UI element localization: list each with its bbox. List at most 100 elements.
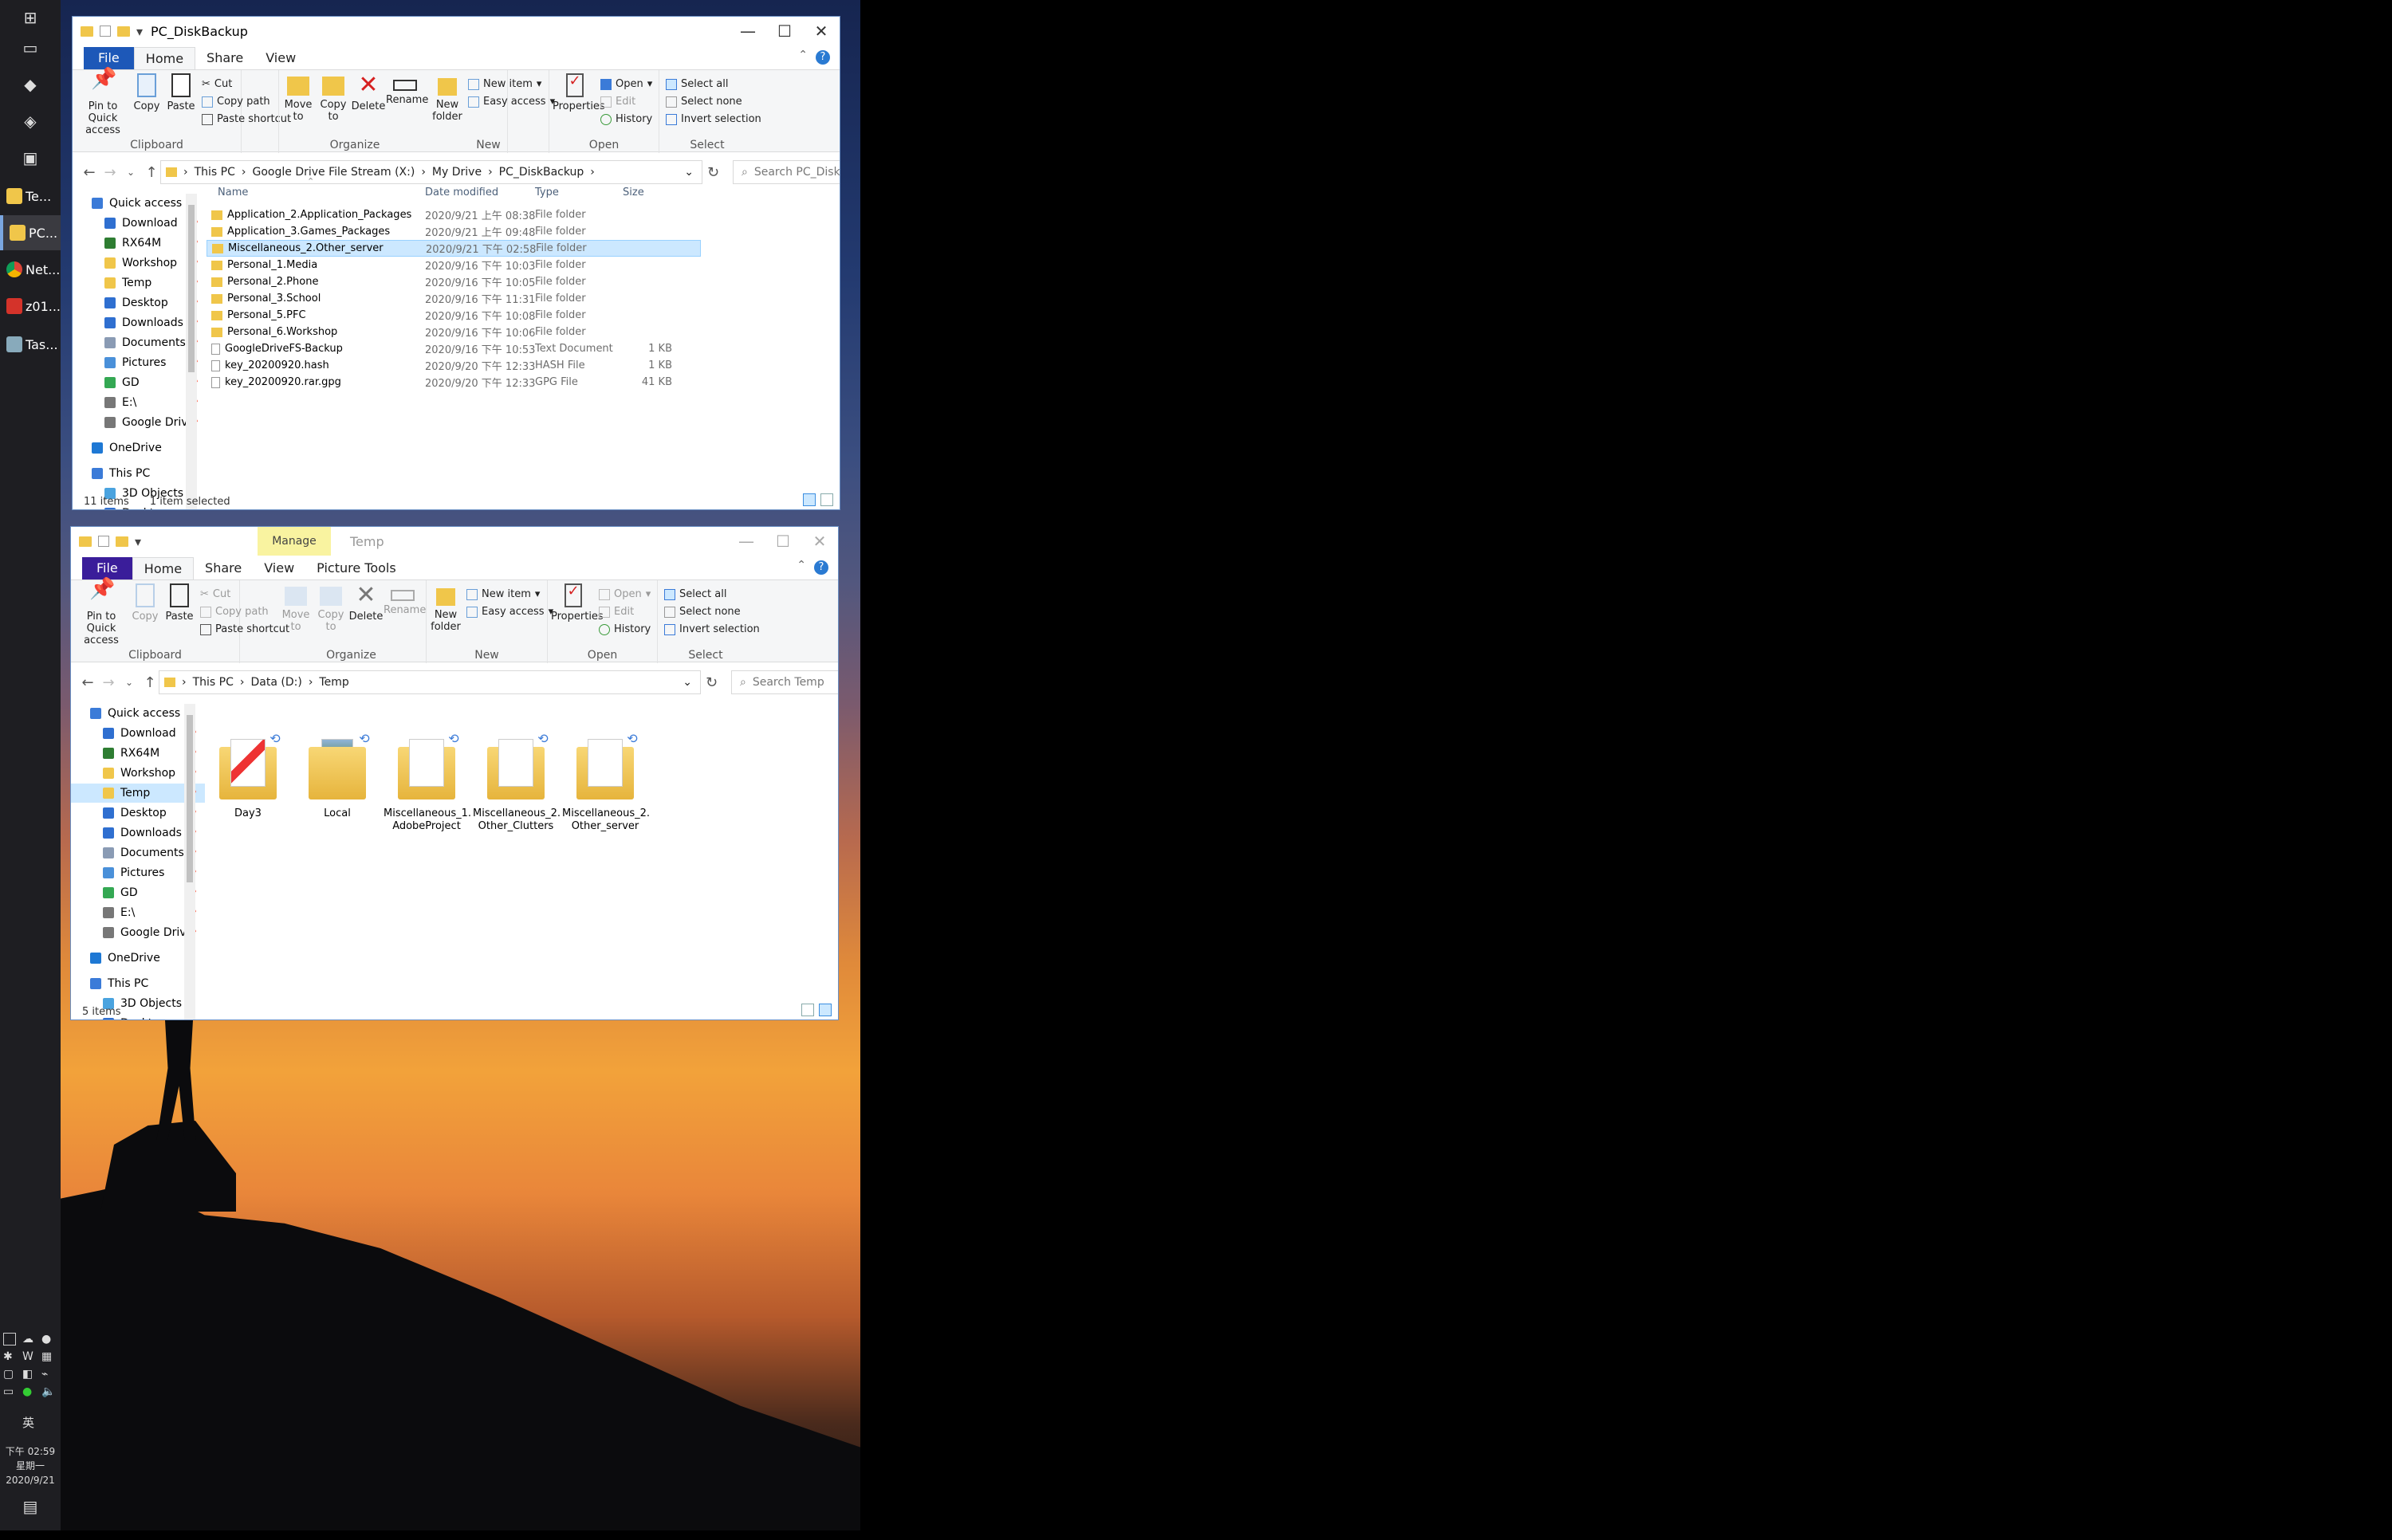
select-all-button[interactable]: Select all (664, 588, 726, 600)
nav-item-google-drive[interactable]: Google Drive📌 (73, 413, 199, 432)
nav-item-workshop[interactable]: Workshop📌 (73, 253, 199, 273)
pin-to-quick-access-button[interactable]: 📌 Pin to Quick access (77, 69, 128, 136)
table-row[interactable]: Application_3.Games_Packages 2020/9/21 上午… (207, 223, 701, 240)
table-row[interactable]: Personal_2.Phone 2020/9/16 下午 10:05 File f… (207, 273, 701, 290)
nav-item-pictures[interactable]: Pictures📌 (73, 353, 199, 372)
tray-grid-icon[interactable]: ▦ (41, 1350, 57, 1363)
tray-window-icon[interactable]: ▢ (3, 1368, 19, 1381)
edit-button[interactable]: Edit (600, 96, 635, 108)
pinned-app-icon[interactable]: ◆ (0, 67, 61, 102)
breadcrumb-current[interactable]: PC_DiskBackup (499, 166, 584, 179)
properties-button[interactable]: ✓ Properties (551, 583, 604, 623)
table-row[interactable]: Application_2.Application_Packages 2020/9… (207, 206, 701, 223)
forward-arrow-icon[interactable]: → (98, 674, 119, 691)
refresh-icon[interactable]: ↻ (706, 674, 718, 691)
new-item-button[interactable]: New item ▾ (468, 78, 541, 90)
invert-selection-button[interactable]: Invert selection (666, 113, 761, 125)
easy-access-button[interactable]: Easy access ▾ (466, 606, 553, 618)
new-folder-button[interactable]: New folder (430, 583, 462, 633)
address-bar[interactable]: › This PC › Data (D:) › Temp ⌄ (159, 670, 701, 694)
usb-icon[interactable]: ⌁ (41, 1368, 57, 1381)
copy-path-button[interactable]: Copy path (200, 606, 269, 618)
rename-button[interactable]: Rename (386, 73, 428, 106)
collapse-ribbon-icon[interactable]: ⌃ (797, 559, 806, 572)
new-folder-qat-icon[interactable] (116, 536, 128, 547)
copy-button[interactable]: Copy (130, 73, 163, 112)
folder-tile[interactable]: ⟲ Miscellaneous_2. Other_Clutters (473, 733, 561, 833)
nav-item-quick-access[interactable]: Quick access (71, 704, 180, 723)
help-icon[interactable]: ? (814, 560, 828, 575)
forward-arrow-icon[interactable]: → (100, 164, 120, 181)
table-row[interactable]: Personal_1.Media 2020/9/16 下午 10:03 File f… (207, 257, 701, 273)
tab-picture-tools[interactable]: Picture Tools (305, 557, 407, 579)
history-button[interactable]: History (600, 113, 652, 125)
breadcrumb-google-drive[interactable]: Google Drive File Stream (X:) (253, 166, 415, 179)
folder-tile[interactable]: ⟲ Miscellaneous_1. AdobeProject (384, 733, 471, 833)
task-view-icon[interactable]: ▭ (0, 30, 61, 65)
qat-dropdown-icon[interactable]: ▾ (136, 24, 143, 39)
nav-item-e[interactable]: E:\📌 (73, 393, 199, 412)
back-arrow-icon[interactable]: ← (77, 674, 98, 691)
scrollbar-thumb[interactable] (188, 205, 195, 372)
close-button[interactable]: ✕ (801, 527, 838, 556)
delete-button[interactable]: ✕ Delete (348, 583, 384, 623)
cut-button[interactable]: ✂ Cut (200, 588, 230, 600)
nav-item-e[interactable]: E:\📌 (71, 903, 197, 922)
nav-item-desktop[interactable]: Desktop📌 (71, 803, 197, 823)
tab-file[interactable]: File (84, 47, 134, 69)
paste-button[interactable]: Paste (163, 73, 199, 112)
table-row[interactable]: Miscellaneous_2.Other_server 2020/9/21 下午… (207, 240, 701, 257)
address-dropdown-icon[interactable]: ⌄ (684, 166, 694, 179)
ime-indicator[interactable]: 英 (22, 1414, 34, 1431)
nav-item-onedrive[interactable]: OneDrive (73, 438, 162, 458)
nav-item-this-pc[interactable]: This PC (73, 464, 150, 483)
column-header-size[interactable]: Size (623, 187, 644, 198)
nav-item-rx64m[interactable]: RX64M📌 (71, 744, 197, 763)
folder-tile[interactable]: ⟲ Day3 (205, 733, 291, 820)
nav-item-rx64m[interactable]: RX64M📌 (73, 234, 199, 253)
rename-button[interactable]: Rename (384, 583, 426, 616)
search-input[interactable]: ⌕ Search Temp (731, 670, 838, 694)
nav-item-download[interactable]: Download📌 (71, 724, 197, 743)
folder-tile[interactable]: ⟲ Local (294, 733, 380, 820)
history-button[interactable]: History (599, 623, 651, 635)
breadcrumb-current[interactable]: Temp (319, 676, 348, 689)
action-center-icon[interactable]: ▤ (0, 1489, 61, 1524)
bluetooth-icon[interactable]: ✱ (3, 1350, 19, 1363)
paste-button[interactable]: Paste (162, 583, 197, 623)
back-arrow-icon[interactable]: ← (79, 164, 100, 181)
table-row[interactable]: key_20200920.hash 2020/9/20 下午 12:33 HASH … (207, 357, 701, 374)
select-all-button[interactable]: Select all (666, 78, 728, 90)
table-row[interactable]: Personal_5.PFC 2020/9/16 下午 10:08 File fol… (207, 307, 701, 324)
nav-item-onedrive[interactable]: OneDrive (71, 949, 160, 968)
tray-icons[interactable]: ☁ ● ✱ W ▦ ▢ ◧ ⌁ ▭ ● 🔈 (3, 1333, 57, 1398)
nav-item-documents[interactable]: Documents📌 (73, 333, 199, 352)
nav-item-google-drive[interactable]: Google Drive📌 (71, 923, 197, 942)
scrollbar-thumb[interactable] (187, 715, 193, 882)
nav-item-workshop[interactable]: Workshop📌 (71, 764, 197, 783)
navigation-scrollbar[interactable] (186, 194, 197, 509)
minimize-button[interactable]: — (730, 17, 766, 45)
tab-view[interactable]: View (253, 557, 305, 579)
tab-share[interactable]: Share (194, 557, 253, 579)
nav-item-desktop[interactable]: Desktop📌 (73, 293, 199, 312)
open-button[interactable]: Open ▾ (599, 588, 651, 600)
recent-locations-icon[interactable]: ⌄ (120, 167, 141, 178)
nav-item-downloads[interactable]: Downloads📌 (73, 313, 199, 332)
nav-item-quick-access[interactable]: Quick access (73, 194, 182, 213)
tray-app-icon[interactable]: ● (41, 1333, 57, 1346)
manage-context-tab[interactable]: Manage (258, 527, 331, 556)
select-none-button[interactable]: Select none (664, 606, 741, 618)
navigation-scrollbar[interactable] (184, 704, 195, 1019)
properties-button[interactable]: ✓ Properties (553, 73, 605, 112)
qat-dropdown-icon[interactable]: ▾ (135, 534, 141, 549)
line-icon[interactable]: ● (22, 1385, 38, 1398)
clock[interactable]: 下午 02:59 星期一 2020/9/21 (0, 1444, 61, 1487)
breadcrumb-this-pc[interactable]: This PC (193, 676, 234, 689)
column-header-type[interactable]: Type (535, 187, 559, 198)
edit-button[interactable]: Edit (599, 606, 634, 618)
select-none-button[interactable]: Select none (666, 96, 742, 108)
large-icons-view-icon[interactable] (819, 1004, 832, 1016)
nav-item-documents[interactable]: Documents📌 (71, 843, 197, 862)
nav-item-gd[interactable]: GD📌 (71, 883, 197, 902)
